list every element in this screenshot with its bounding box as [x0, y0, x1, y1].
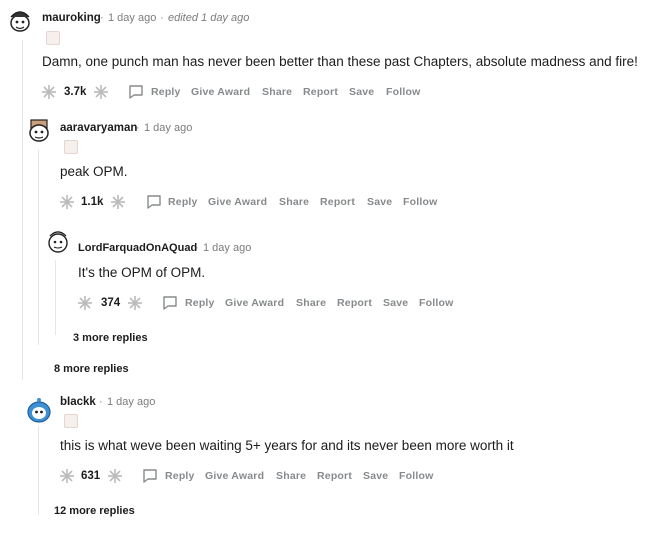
reply-button[interactable]: Reply: [168, 196, 198, 208]
upvote-icon[interactable]: [42, 85, 56, 99]
reply-button[interactable]: Reply: [165, 470, 195, 482]
thread-line[interactable]: [38, 150, 39, 345]
follow-button[interactable]: Follow: [403, 196, 437, 208]
give-award-button[interactable]: Give Award: [205, 470, 264, 482]
more-replies-link[interactable]: 3 more replies: [73, 332, 148, 344]
separator: ·: [100, 12, 104, 24]
timestamp[interactable]: 1 day ago: [107, 396, 155, 408]
separator: ·: [160, 12, 164, 24]
avatar[interactable]: [5, 5, 35, 35]
avatar[interactable]: [44, 227, 72, 255]
edited-label: edited 1 day ago: [168, 12, 250, 24]
separator: ·: [99, 396, 103, 408]
report-button[interactable]: Report: [303, 86, 338, 98]
avatar[interactable]: [24, 396, 54, 426]
more-replies-link[interactable]: 8 more replies: [54, 363, 129, 375]
downvote-icon[interactable]: [128, 296, 142, 310]
reply-bubble-icon[interactable]: [142, 468, 158, 483]
downvote-icon[interactable]: [108, 469, 122, 483]
vote-score: 631: [81, 470, 101, 482]
share-button[interactable]: Share: [296, 297, 326, 309]
more-replies-link[interactable]: 12 more replies: [54, 505, 135, 517]
separator: ·: [195, 242, 199, 254]
give-award-button[interactable]: Give Award: [191, 86, 250, 98]
save-button[interactable]: Save: [367, 196, 392, 208]
comment-body: It's the OPM of OPM.: [78, 265, 206, 280]
report-button[interactable]: Report: [337, 297, 372, 309]
share-button[interactable]: Share: [262, 86, 292, 98]
username[interactable]: mauroking: [42, 12, 101, 24]
report-button[interactable]: Report: [317, 470, 352, 482]
timestamp[interactable]: 1 day ago: [108, 12, 156, 24]
reply-bubble-icon[interactable]: [146, 194, 162, 209]
follow-button[interactable]: Follow: [419, 297, 453, 309]
user-flair-icon: [64, 414, 78, 428]
timestamp[interactable]: 1 day ago: [144, 122, 192, 134]
reply-bubble-icon[interactable]: [128, 84, 144, 99]
username[interactable]: bIackk: [60, 396, 96, 408]
reply-button[interactable]: Reply: [185, 297, 215, 309]
save-button[interactable]: Save: [383, 297, 408, 309]
upvote-icon[interactable]: [60, 195, 74, 209]
comment-body: this is what weve been waiting 5+ years …: [60, 438, 514, 453]
give-award-button[interactable]: Give Award: [208, 196, 267, 208]
give-award-button[interactable]: Give Award: [225, 297, 284, 309]
comment-body: peak OPM.: [60, 164, 128, 179]
reply-button[interactable]: Reply: [151, 86, 181, 98]
vote-score: 3.7k: [64, 86, 87, 98]
upvote-icon[interactable]: [60, 469, 74, 483]
comment-body: Damn, one punch man has never been bette…: [42, 54, 638, 69]
report-button[interactable]: Report: [320, 196, 355, 208]
thread-line[interactable]: [55, 260, 56, 335]
user-flair-icon: [46, 31, 60, 45]
separator: ·: [136, 122, 140, 134]
downvote-icon[interactable]: [94, 85, 108, 99]
save-button[interactable]: Save: [349, 86, 374, 98]
upvote-icon[interactable]: [78, 296, 92, 310]
username[interactable]: aaravaryaman: [60, 122, 137, 134]
vote-score: 1.1k: [81, 196, 104, 208]
share-button[interactable]: Share: [276, 470, 306, 482]
save-button[interactable]: Save: [363, 470, 388, 482]
username[interactable]: LordFarquadOnAQuad: [78, 242, 197, 254]
timestamp[interactable]: 1 day ago: [203, 242, 251, 254]
vote-score: 374: [101, 297, 121, 309]
follow-button[interactable]: Follow: [399, 470, 433, 482]
follow-button[interactable]: Follow: [386, 86, 420, 98]
thread-line[interactable]: [38, 425, 39, 515]
user-flair-icon: [64, 140, 78, 154]
thread-line[interactable]: [22, 40, 23, 380]
downvote-icon[interactable]: [111, 195, 125, 209]
avatar[interactable]: [24, 114, 54, 144]
reply-bubble-icon[interactable]: [162, 295, 178, 310]
share-button[interactable]: Share: [279, 196, 309, 208]
